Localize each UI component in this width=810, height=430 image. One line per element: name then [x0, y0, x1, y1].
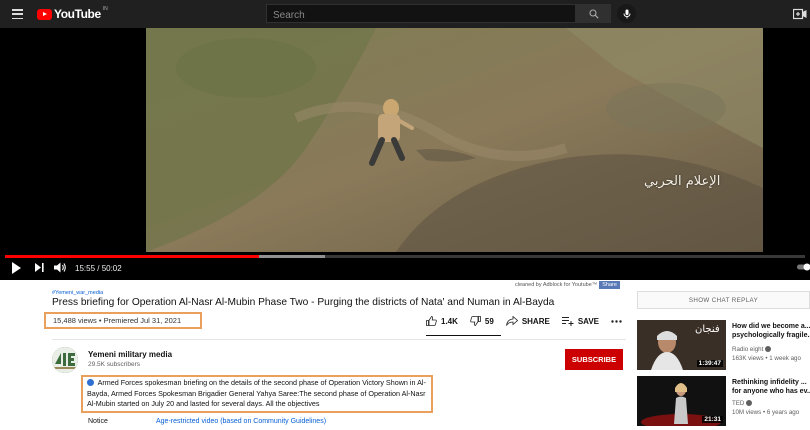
thumbs-down-icon — [470, 316, 481, 326]
recommendation-title[interactable]: How did we become a... psychologically f… — [732, 322, 810, 340]
verified-icon — [746, 400, 753, 406]
volume-icon[interactable] — [54, 262, 67, 273]
thumbnail-overlay-text: فنجان — [695, 324, 720, 335]
video-duration: 1:39:47 — [696, 360, 723, 367]
age-restriction-link[interactable]: Age-restricted video (based on Community… — [156, 418, 326, 425]
verified-icon — [765, 346, 772, 352]
region-code: IN — [102, 6, 108, 12]
blue-circle-icon — [87, 379, 94, 386]
autoplay-toggle-icon[interactable] — [797, 263, 810, 271]
recommendation-title-line: psychologically fragile... — [732, 332, 810, 339]
more-actions-button[interactable] — [611, 319, 626, 323]
hashtag-link[interactable]: #Yemeni_war_media — [52, 290, 103, 296]
adblock-attribution: cleaned by Adblock for Youtube™ Share — [515, 281, 620, 289]
video-player[interactable]: الإعلام الحربي 15:55 / 50:02 — [0, 28, 810, 280]
search-icon — [588, 8, 599, 19]
play-icon[interactable] — [11, 261, 22, 275]
subscriber-count: 29.5K subscribers — [88, 361, 141, 368]
like-button[interactable]: 1.4K — [426, 316, 458, 326]
youtube-logo[interactable]: YouTube IN — [37, 6, 108, 21]
thumbs-up-icon — [426, 316, 437, 326]
youtube-play-icon — [37, 8, 52, 20]
video-frame[interactable] — [146, 28, 763, 252]
video-duration: 21:31 — [702, 416, 723, 423]
recommendation-title-line: for anyone who has ev... — [732, 388, 810, 395]
search-button[interactable] — [576, 4, 611, 23]
video-thumbnail[interactable]: 21:31 — [637, 376, 726, 426]
playlist-add-icon — [561, 317, 574, 326]
video-scene — [146, 28, 763, 252]
video-actions: 1.4K 59 SHARE SAVE — [426, 316, 638, 326]
recommendation-meta: 163K views • 1 week ago — [732, 355, 801, 362]
voice-search-button[interactable] — [617, 4, 636, 23]
player-controls: 15:55 / 50:02 — [0, 260, 810, 280]
dislike-button[interactable]: 59 — [470, 316, 494, 326]
video-thumbnail[interactable]: فنجان 1:39:47 — [637, 320, 726, 370]
channel-label: TED — [732, 400, 745, 407]
notice-label: Notice — [88, 418, 108, 425]
microphone-icon — [623, 9, 630, 18]
share-arrow-icon — [505, 316, 518, 326]
recommendation-title[interactable]: Rethinking infidelity ... for anyone who… — [732, 378, 810, 396]
divider — [52, 339, 626, 340]
time-display: 15:55 / 50:02 — [75, 264, 122, 273]
recommendation-channel[interactable]: TED — [732, 400, 753, 407]
recommendation-channel[interactable]: Radio eight — [732, 346, 772, 353]
attribution-text: cleaned by Adblock for Youtube™ — [515, 282, 598, 288]
channel-avatar[interactable] — [52, 347, 78, 373]
video-description: Armed Forces spokesman briefing on the d… — [87, 378, 432, 410]
recommendation-title-line: How did we become a... — [732, 323, 810, 330]
like-ratio-bar — [426, 335, 501, 336]
menu-icon[interactable] — [12, 9, 23, 20]
progress-bar[interactable] — [5, 255, 805, 258]
show-chat-replay-button[interactable]: SHOW CHAT REPLAY — [637, 291, 810, 309]
description-text: Armed Forces spokesman briefing on the d… — [87, 378, 426, 408]
save-label: SAVE — [577, 316, 600, 326]
dislike-count: 59 — [484, 316, 494, 326]
save-button[interactable]: SAVE — [561, 316, 600, 326]
subscribe-button[interactable]: SUBSCRIBE — [565, 349, 623, 370]
recommendation-meta: 10M views • 6 years ago — [732, 409, 800, 416]
share-label: SHARE — [521, 316, 550, 326]
channel-watermark: الإعلام الحربي — [644, 174, 721, 189]
progress-played — [5, 255, 260, 258]
view-count: 15,488 views • Premiered Jul 31, 2021 — [53, 316, 182, 325]
share-button[interactable]: SHARE — [505, 316, 550, 326]
channel-logo-icon — [52, 347, 78, 373]
recommendation-item[interactable]: 21:31 Rethinking infidelity ... for anyo… — [637, 376, 810, 426]
search-box — [266, 4, 576, 24]
next-icon[interactable] — [35, 263, 44, 272]
video-title: Press briefing for Operation Al-Nasr Al-… — [52, 297, 555, 308]
attribution-share-button[interactable]: Share — [599, 281, 620, 289]
like-count: 1.4K — [441, 316, 458, 326]
recommendation-item[interactable]: فنجان 1:39:47 How did we become a... psy… — [637, 320, 810, 370]
youtube-watch-page: YouTube IN Search الإعلام الحربي 15:55 /… — [0, 0, 810, 430]
channel-label: Radio eight — [732, 346, 764, 353]
channel-name[interactable]: Yemeni military media — [88, 350, 172, 359]
recommendation-title-line: Rethinking infidelity ... — [732, 379, 807, 386]
logo-text: YouTube — [54, 7, 101, 21]
create-video-icon[interactable] — [793, 8, 807, 20]
more-horizontal-icon — [611, 319, 622, 323]
search-input[interactable] — [267, 7, 575, 24]
top-bar: YouTube IN — [0, 0, 810, 28]
